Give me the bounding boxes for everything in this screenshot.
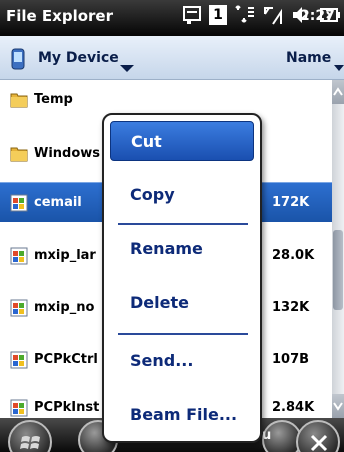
notification-icon[interactable]: 1 bbox=[209, 5, 227, 25]
clock[interactable]: 2:27 bbox=[300, 8, 335, 24]
sort-chevron-down-icon[interactable] bbox=[334, 58, 344, 77]
file-name: mxip_lar bbox=[34, 248, 96, 263]
app-title: File Explorer bbox=[6, 7, 113, 25]
menu-item-beam-file[interactable]: Beam File... bbox=[110, 395, 254, 435]
folder-icon bbox=[10, 91, 28, 113]
menu-separator bbox=[118, 223, 248, 225]
file-icon bbox=[10, 399, 28, 418]
vertical-scrollbar[interactable] bbox=[332, 80, 344, 418]
message-icon[interactable] bbox=[183, 4, 201, 26]
menu-separator bbox=[118, 333, 248, 335]
scroll-thumb[interactable] bbox=[333, 230, 343, 310]
context-menu: Cut Copy Rename Delete Send... Beam File… bbox=[102, 113, 262, 443]
file-name: Temp bbox=[34, 92, 73, 107]
location-bar: My Device Name bbox=[0, 36, 344, 80]
sort-dropdown[interactable]: Name bbox=[286, 50, 331, 66]
close-icon bbox=[309, 433, 329, 452]
right-soft-key-label: u bbox=[262, 428, 272, 443]
file-size: 172K bbox=[272, 195, 310, 210]
menu-item-delete[interactable]: Delete bbox=[110, 283, 254, 323]
file-size: 2.84K bbox=[272, 400, 315, 415]
scroll-up-button[interactable] bbox=[332, 80, 344, 104]
windows-logo-icon bbox=[20, 432, 42, 452]
file-icon bbox=[10, 247, 28, 269]
file-name: PCPkCtrl bbox=[34, 352, 98, 367]
location-dropdown[interactable]: My Device bbox=[38, 50, 119, 66]
file-size: 28.0K bbox=[272, 248, 315, 263]
menu-item-send[interactable]: Send... bbox=[110, 341, 254, 381]
status-bar: File Explorer 1 2:27 bbox=[0, 0, 344, 36]
file-name: mxip_no bbox=[34, 300, 95, 315]
file-icon bbox=[10, 351, 28, 373]
device-icon bbox=[10, 48, 26, 74]
scroll-down-button[interactable] bbox=[332, 394, 344, 418]
file-icon bbox=[10, 299, 28, 321]
connectivity-icon[interactable] bbox=[235, 4, 255, 26]
location-chevron-down-icon[interactable] bbox=[120, 58, 134, 77]
file-icon bbox=[10, 194, 28, 216]
menu-item-copy[interactable]: Copy bbox=[110, 175, 254, 215]
menu-item-rename[interactable]: Rename bbox=[110, 229, 254, 269]
file-name: Windows bbox=[34, 146, 101, 161]
menu-item-cut[interactable]: Cut bbox=[110, 121, 254, 161]
file-name: PCPkInst bbox=[34, 400, 100, 415]
folder-icon bbox=[10, 145, 28, 167]
file-size: 107B bbox=[272, 352, 310, 367]
file-size: 132K bbox=[272, 300, 310, 315]
signal-icon[interactable] bbox=[263, 4, 283, 26]
file-name: cemail bbox=[34, 195, 82, 210]
notification-count: 1 bbox=[213, 7, 223, 23]
